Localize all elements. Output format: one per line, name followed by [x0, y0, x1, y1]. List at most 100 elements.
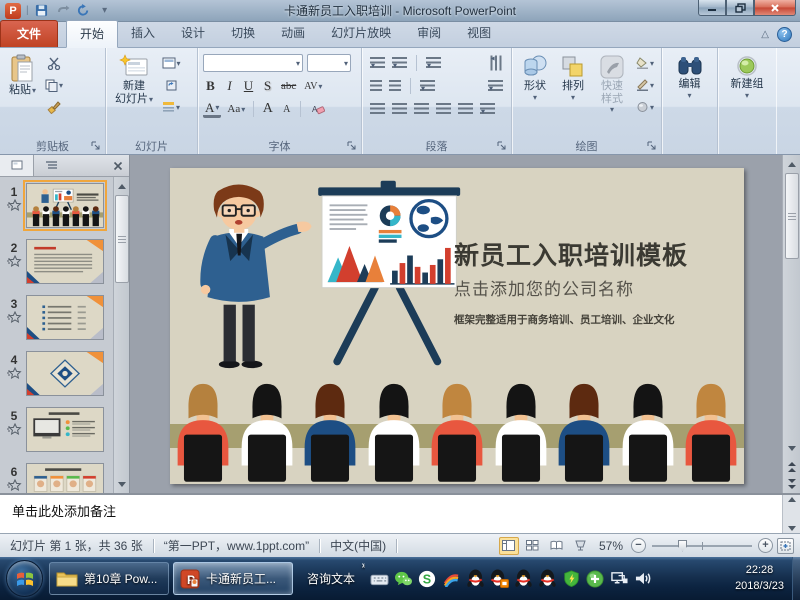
align-right-button[interactable] — [414, 103, 429, 115]
grow-font-button[interactable]: A — [260, 101, 275, 118]
copy-button[interactable] — [43, 75, 65, 95]
bullets-button[interactable] — [370, 57, 385, 69]
format-painter-button[interactable] — [43, 97, 65, 117]
qat-customize-button[interactable]: ▾ — [96, 3, 114, 19]
align-text-button[interactable] — [488, 80, 503, 92]
align-center-button[interactable] — [392, 103, 407, 115]
tab-slides-thumbnails[interactable] — [0, 155, 34, 176]
panel-scrollbar-thumb[interactable] — [115, 195, 129, 283]
tab-file[interactable]: 文件 — [0, 20, 58, 47]
drawing-dialog-launcher-icon[interactable] — [647, 141, 657, 151]
tab-6[interactable]: 审阅 — [404, 20, 454, 47]
text-shadow-button[interactable]: S — [260, 78, 275, 95]
fit-to-window-button[interactable] — [777, 538, 794, 554]
tab-1[interactable]: 插入 — [118, 20, 168, 47]
slide-sorter-view-button[interactable] — [523, 537, 543, 555]
zoom-percentage[interactable]: 57% — [595, 539, 627, 553]
sogou-tray-icon[interactable]: S — [417, 569, 437, 589]
quick-styles-button[interactable]: 快速样式 — [593, 52, 631, 135]
canvas-scrollbar[interactable] — [782, 155, 800, 493]
shield-tray-icon[interactable] — [561, 569, 581, 589]
tab-4[interactable]: 动画 — [268, 20, 318, 47]
slide-thumbnail[interactable] — [26, 463, 104, 493]
slide-counter[interactable]: 幻灯片 第 1 张，共 36 张 — [0, 534, 153, 557]
taskbar-button-0[interactable]: 第10章 Pow... — [49, 562, 169, 595]
help-button[interactable]: ? — [777, 27, 792, 42]
speedball-tray-icon[interactable] — [585, 569, 605, 589]
qq-tray-icon[interactable] — [537, 569, 557, 589]
font-name-combobox[interactable] — [203, 54, 303, 72]
change-case-button[interactable]: Aa — [225, 101, 247, 118]
shape-effects-button[interactable] — [634, 97, 656, 117]
zoom-slider[interactable] — [652, 545, 752, 547]
volume-tray-icon[interactable] — [633, 569, 653, 589]
paragraph-dialog-launcher-icon[interactable] — [497, 141, 507, 151]
clipboard-dialog-launcher-icon[interactable] — [91, 141, 101, 151]
wechat-tray-icon[interactable] — [393, 569, 413, 589]
tab-5[interactable]: 幻灯片放映 — [318, 20, 404, 47]
slideshow-view-button[interactable] — [571, 537, 591, 555]
qq-tray-icon[interactable] — [513, 569, 533, 589]
theme-name[interactable]: “第一PPT，www.1ppt.com” — [154, 534, 319, 557]
columns-button[interactable] — [420, 80, 435, 92]
zoom-slider-thumb[interactable] — [678, 540, 687, 552]
zoom-out-button[interactable]: − — [631, 538, 646, 553]
increase-indent-button[interactable] — [389, 80, 401, 92]
decrease-indent-button[interactable] — [370, 80, 382, 92]
slide-thumbnail[interactable] — [26, 183, 104, 228]
shapes-button[interactable]: 形状 — [517, 52, 553, 135]
cut-button[interactable] — [43, 53, 65, 73]
numbering-button[interactable] — [392, 57, 407, 69]
font-dialog-launcher-icon[interactable] — [347, 141, 357, 151]
line-spacing-button[interactable] — [426, 57, 441, 69]
tab-7[interactable]: 视图 — [454, 20, 504, 47]
reset-button[interactable] — [160, 75, 182, 95]
normal-view-button[interactable] — [499, 537, 519, 555]
network-tray-icon[interactable] — [609, 569, 629, 589]
collapse-ribbon-icon[interactable]: △ — [761, 29, 769, 40]
text-direction-button[interactable] — [490, 56, 502, 71]
shrink-font-button[interactable]: A — [279, 101, 294, 118]
tab-0[interactable]: 开始 — [66, 20, 118, 48]
language-indicator[interactable]: 中文(中国) — [320, 534, 396, 557]
italic-button[interactable]: I — [222, 78, 237, 95]
keyboard-tray-icon[interactable] — [369, 569, 389, 589]
undo-button[interactable] — [54, 3, 72, 19]
close-button[interactable] — [754, 0, 796, 16]
align-left-button[interactable] — [370, 103, 385, 115]
scroll-down-button[interactable] — [784, 440, 800, 456]
redo-button[interactable] — [75, 3, 93, 19]
close-panel-button[interactable] — [107, 161, 129, 171]
shape-fill-button[interactable] — [634, 53, 656, 73]
notes-scrollbar[interactable] — [782, 495, 800, 533]
clear-formatting-button[interactable]: A — [307, 99, 329, 119]
taskbar-clock[interactable]: 22:28 2018/3/23 — [727, 563, 792, 595]
save-button[interactable] — [33, 3, 51, 19]
bold-button[interactable]: B — [203, 78, 218, 95]
convert-smartart-button[interactable] — [480, 103, 495, 115]
reading-view-button[interactable] — [547, 537, 567, 555]
new-slide-button[interactable]: 新建 幻灯片 — [111, 52, 157, 135]
maximize-button[interactable] — [726, 0, 754, 16]
section-button[interactable] — [160, 97, 182, 117]
new-group-button[interactable]: 新建组 — [727, 52, 768, 135]
chevron-more-icon[interactable]: » — [361, 562, 365, 571]
font-color-button[interactable]: A — [203, 101, 221, 118]
scroll-up-button[interactable] — [114, 178, 130, 194]
scroll-up-button[interactable] — [784, 156, 800, 172]
paste-button[interactable]: 粘贴 — [5, 52, 40, 135]
strikethrough-button[interactable]: abc — [279, 78, 298, 95]
shape-outline-button[interactable] — [634, 75, 656, 95]
canvas-scrollbar-thumb[interactable] — [785, 173, 799, 259]
arrange-button[interactable]: 排列 — [556, 52, 590, 135]
character-spacing-button[interactable]: AV — [302, 78, 324, 95]
taskbar-button-1[interactable]: P卡通新员工... — [173, 562, 293, 595]
slide-thumbnail[interactable] — [26, 407, 104, 452]
slide-thumbnail[interactable] — [26, 239, 104, 284]
editing-button[interactable]: 编辑 — [673, 52, 707, 135]
tab-outline[interactable] — [34, 155, 68, 176]
qq-badge-tray-icon[interactable] — [489, 569, 509, 589]
qq-tray-icon[interactable] — [465, 569, 485, 589]
tab-2[interactable]: 设计 — [168, 20, 218, 47]
tab-3[interactable]: 切换 — [218, 20, 268, 47]
